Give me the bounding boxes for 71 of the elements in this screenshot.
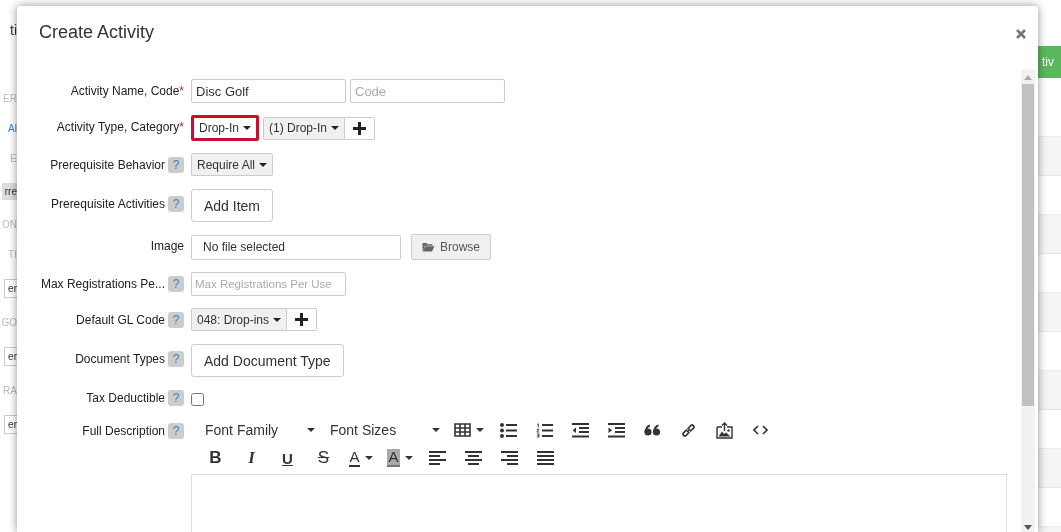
caret-icon xyxy=(364,456,373,460)
bold-button[interactable]: B xyxy=(199,447,232,469)
plus-icon xyxy=(353,121,367,135)
code-icon xyxy=(753,425,768,435)
section-heading: GO xyxy=(1,317,17,328)
browse-button[interactable]: Browse xyxy=(411,234,491,260)
caret-icon xyxy=(432,428,440,432)
category-dropdown[interactable]: (1) Drop-In xyxy=(263,116,346,140)
tax-deductible-checkbox[interactable] xyxy=(191,392,204,406)
field-label: Image xyxy=(150,239,184,253)
bullet-list-icon xyxy=(500,422,517,438)
folder-icon xyxy=(422,242,435,252)
text-color-button[interactable]: A xyxy=(343,447,379,469)
font-size-dropdown[interactable]: Font Sizes xyxy=(324,419,446,441)
plus-icon xyxy=(295,313,309,326)
outdent-icon xyxy=(572,422,589,438)
align-left-icon xyxy=(429,451,446,465)
section-heading: TI xyxy=(8,249,17,260)
field-label: Prerequisite Behavior xyxy=(50,158,165,172)
align-center-icon xyxy=(465,451,482,465)
close-icon[interactable] xyxy=(1016,29,1026,39)
align-right-icon xyxy=(501,451,518,465)
section-heading: ON xyxy=(2,219,17,230)
name-input[interactable]: Disc Golf xyxy=(191,79,346,103)
table-icon xyxy=(454,423,471,437)
caret-icon xyxy=(331,126,340,130)
section-heading: E xyxy=(10,153,17,164)
scrollbar[interactable] xyxy=(1021,69,1035,532)
caret-icon xyxy=(307,428,315,432)
code-input[interactable]: Code xyxy=(350,79,505,103)
add-category-button[interactable] xyxy=(345,116,376,140)
font-family-dropdown[interactable]: Font Family xyxy=(199,419,321,441)
caret-icon xyxy=(243,126,251,130)
field-label: Max Registrations Pe... xyxy=(40,277,165,291)
caret-icon xyxy=(259,162,268,167)
link-icon xyxy=(680,421,697,439)
caret-icon xyxy=(476,428,484,432)
field-label: Full Description xyxy=(82,424,165,438)
type-dropdown[interactable]: Drop-In xyxy=(191,115,259,141)
section-heading: ER xyxy=(3,93,17,104)
field-label: Tax Deductible xyxy=(86,391,165,405)
caret-icon xyxy=(273,317,282,322)
image-upload-icon xyxy=(716,421,733,439)
file-field[interactable]: No file selected xyxy=(191,234,401,260)
behavior-dropdown[interactable]: Require All xyxy=(191,153,274,176)
quote-icon xyxy=(644,424,661,436)
add-button[interactable]: Add Item xyxy=(191,189,274,222)
modal-title: Create Activity xyxy=(39,21,155,43)
field-label: Document Types xyxy=(75,352,165,366)
numbered-list-icon xyxy=(536,422,553,438)
filter-button[interactable]: rre xyxy=(1,183,17,200)
highlight-color-button[interactable]: A xyxy=(382,447,418,469)
field-label: Default GL Code xyxy=(76,313,165,327)
strikethrough-button[interactable]: S xyxy=(307,447,340,469)
field-label: Activity Name, Code* xyxy=(70,84,184,98)
underline-button[interactable]: U xyxy=(271,447,304,469)
field-label: Activity Type, Category* xyxy=(56,120,184,134)
add-button[interactable]: Add Document Type xyxy=(191,344,344,377)
page-title: ti xyxy=(10,22,17,38)
max-registrations-input[interactable]: Max Registrations Per Use xyxy=(191,272,346,296)
scrollbar-thumb[interactable] xyxy=(1022,84,1034,406)
scroll-down-icon[interactable] xyxy=(1024,525,1032,530)
field-label: Prerequisite Activities xyxy=(50,197,165,211)
section-heading: RA xyxy=(3,385,17,396)
filter-link[interactable]: Al xyxy=(8,123,17,134)
caret-icon xyxy=(404,456,413,460)
italic-button[interactable]: I xyxy=(235,447,268,469)
justify-icon xyxy=(537,451,554,465)
gl-code-dropdown[interactable]: 048: Drop-ins xyxy=(191,308,288,331)
indent-icon xyxy=(608,422,625,438)
add-gl-code-button[interactable] xyxy=(287,308,318,331)
